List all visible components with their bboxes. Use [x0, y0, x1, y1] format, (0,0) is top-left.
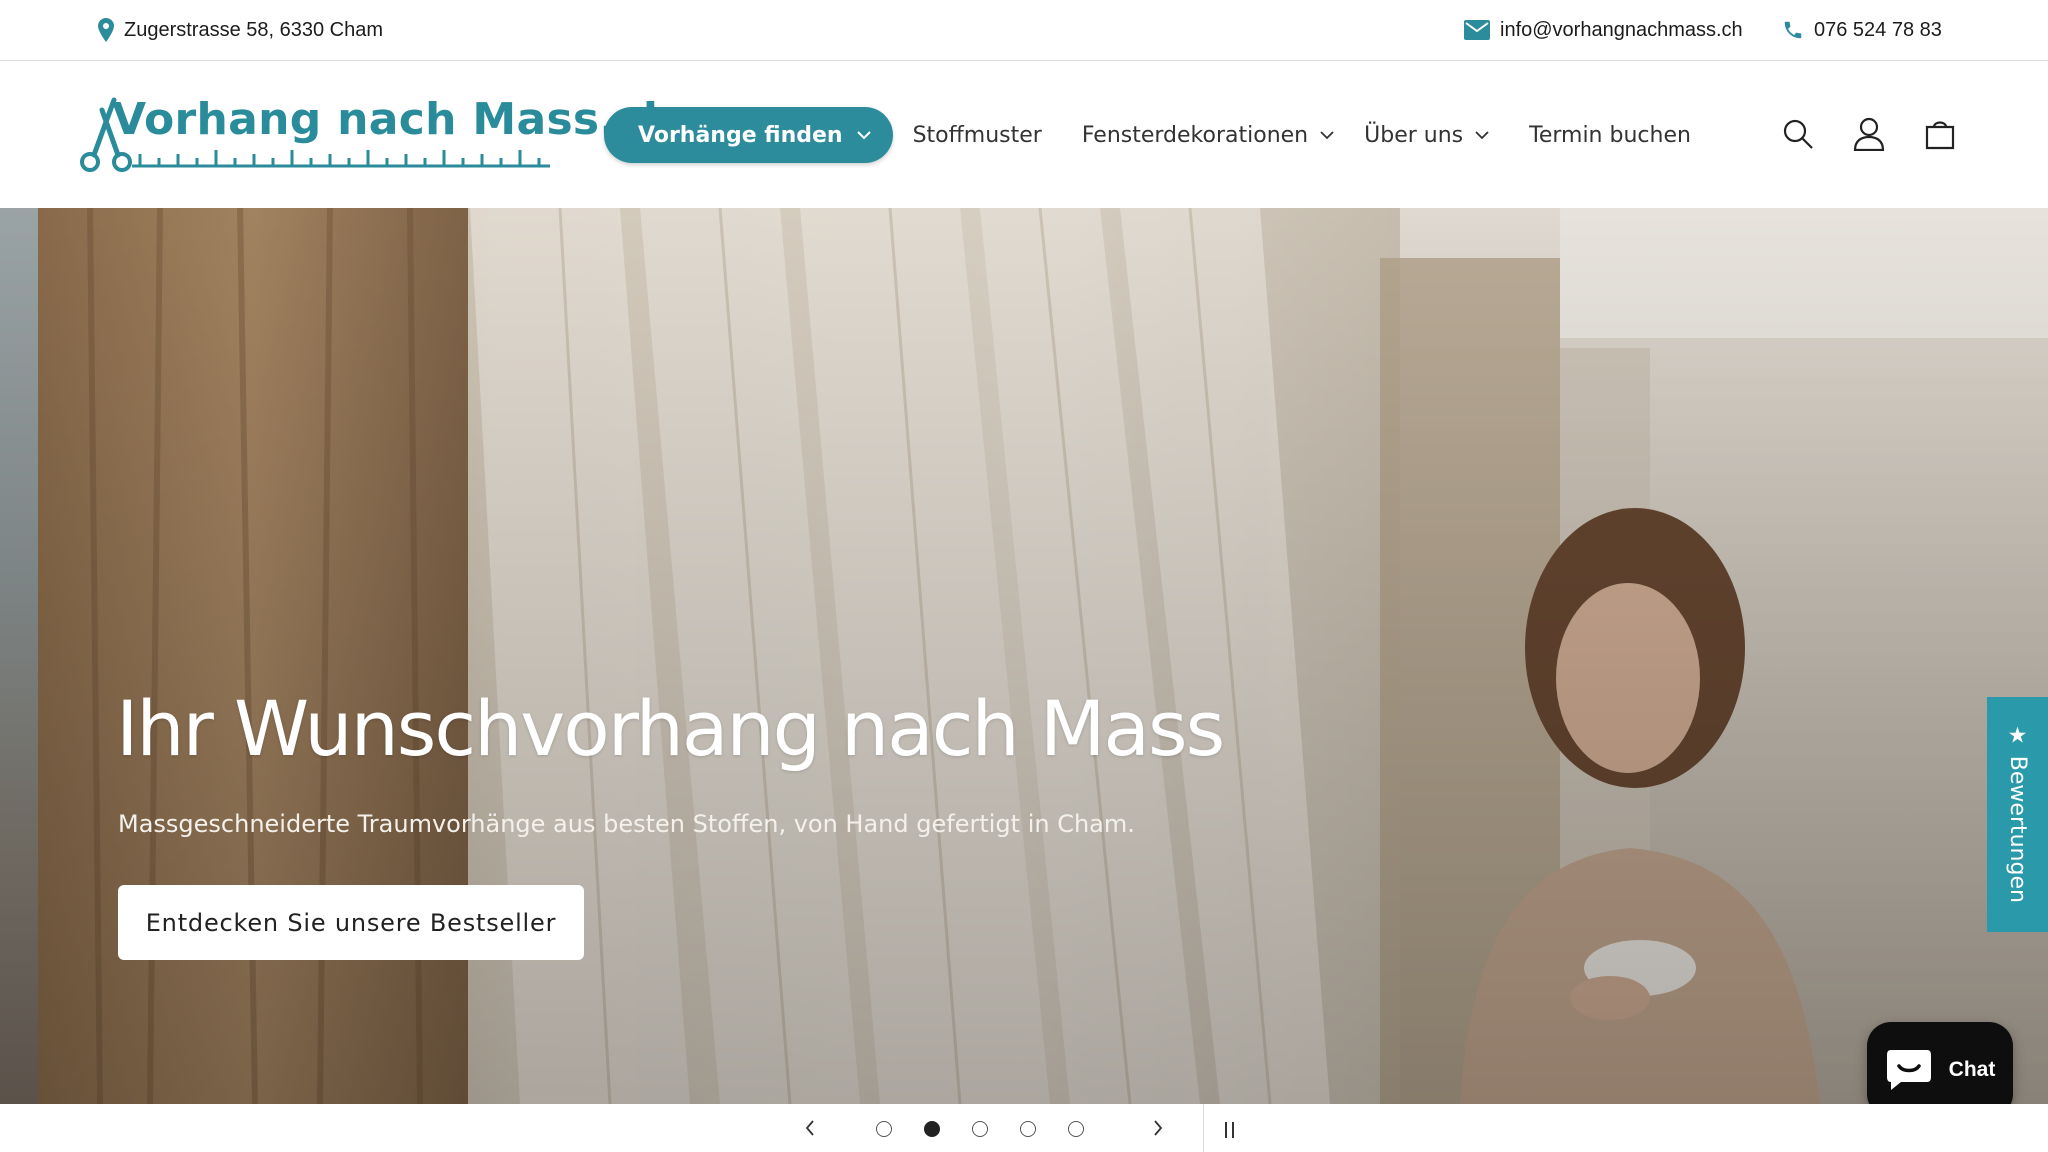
email-text[interactable]: info@vorhangnachmass.ch [1500, 19, 1743, 42]
hero-slideshow: Ihr Wunschvorhang nach Mass Massgeschnei… [0, 208, 2048, 1104]
slide-dot[interactable] [1020, 1121, 1036, 1137]
slideshow-pause-button[interactable] [1218, 1118, 1240, 1142]
nav-stoffmuster[interactable]: Stoffmuster [913, 123, 1042, 148]
cart-button[interactable] [1920, 114, 1960, 154]
nav-termin-buchen[interactable]: Termin buchen [1529, 123, 1691, 148]
top-info-bar: Zugerstrasse 58, 6330 Cham info@vorhangn… [0, 0, 2048, 61]
nav-label: Fensterdekorationen [1081, 122, 1309, 148]
bestseller-button[interactable]: Entdecken Sie unsere Bestseller [118, 885, 584, 960]
chevron-down-icon [856, 131, 871, 140]
pause-icon-bar [1231, 1122, 1234, 1138]
hero-image [0, 208, 2048, 1104]
nav-fensterdekorationen[interactable]: Fensterdekorationen [1082, 123, 1334, 148]
nav-label: Stoffmuster [912, 122, 1042, 148]
address-info: Zugerstrasse 58, 6330 Cham [98, 16, 383, 44]
account-button[interactable] [1849, 114, 1889, 154]
star-icon: ★ [2007, 723, 2028, 749]
chevron-down-icon [1475, 131, 1489, 140]
slider-controls [0, 1104, 2048, 1152]
chevron-left-icon [805, 1120, 814, 1136]
nav-label: Vorhänge finden [638, 122, 843, 148]
phone-link[interactable]: 076 524 78 83 [1782, 16, 1942, 44]
location-pin-icon [98, 18, 114, 42]
phone-icon [1784, 21, 1802, 39]
slide-dot-active[interactable] [924, 1121, 940, 1137]
divider [1203, 1104, 1204, 1152]
site-header: Vorhang nach Mass.ch Vorhänge finden Sto… [0, 62, 2048, 208]
reviews-tab[interactable]: ★ Bewertungen [1987, 697, 2048, 932]
chevron-right-icon [1154, 1120, 1163, 1136]
search-button[interactable] [1778, 114, 1818, 154]
nav-label: Über uns [1364, 122, 1464, 148]
slide-prev-button[interactable] [798, 1116, 822, 1140]
account-icon [1853, 117, 1885, 151]
main-navigation: Vorhänge finden Stoffmuster Fensterdekor… [604, 107, 1691, 163]
phone-text[interactable]: 076 524 78 83 [1814, 19, 1942, 42]
slide-next-button[interactable] [1146, 1116, 1170, 1140]
hero-title: Ihr Wunschvorhang nach Mass [116, 684, 1225, 773]
nav-label: Termin buchen [1529, 122, 1691, 148]
search-icon [1783, 119, 1813, 149]
hero-subtitle: Massgeschneiderte Traumvorhänge aus best… [118, 810, 1135, 838]
site-logo[interactable]: Vorhang nach Mass.ch [80, 92, 674, 178]
reviews-label: Bewertungen [2005, 755, 2030, 903]
hero-edge-strip [0, 208, 38, 1104]
cart-icon [1925, 121, 1955, 150]
chat-bubble-icon [1886, 1050, 1931, 1090]
address-text: Zugerstrasse 58, 6330 Cham [124, 18, 384, 41]
slide-dot[interactable] [1068, 1121, 1084, 1137]
email-link[interactable]: info@vorhangnachmass.ch [1464, 16, 1743, 44]
nav-vorhaenge-finden[interactable]: Vorhänge finden [604, 107, 893, 163]
slide-dots [876, 1121, 1084, 1137]
logo-text: Vorhang nach Mass.ch [112, 94, 675, 145]
chevron-down-icon [1320, 131, 1334, 140]
pause-icon-bar [1224, 1122, 1227, 1138]
nav-ueber-uns[interactable]: Über uns [1364, 123, 1489, 148]
slide-dot[interactable] [876, 1121, 892, 1137]
chat-label: Chat [1948, 1058, 1996, 1081]
mail-icon [1464, 20, 1490, 40]
slide-dot[interactable] [972, 1121, 988, 1137]
